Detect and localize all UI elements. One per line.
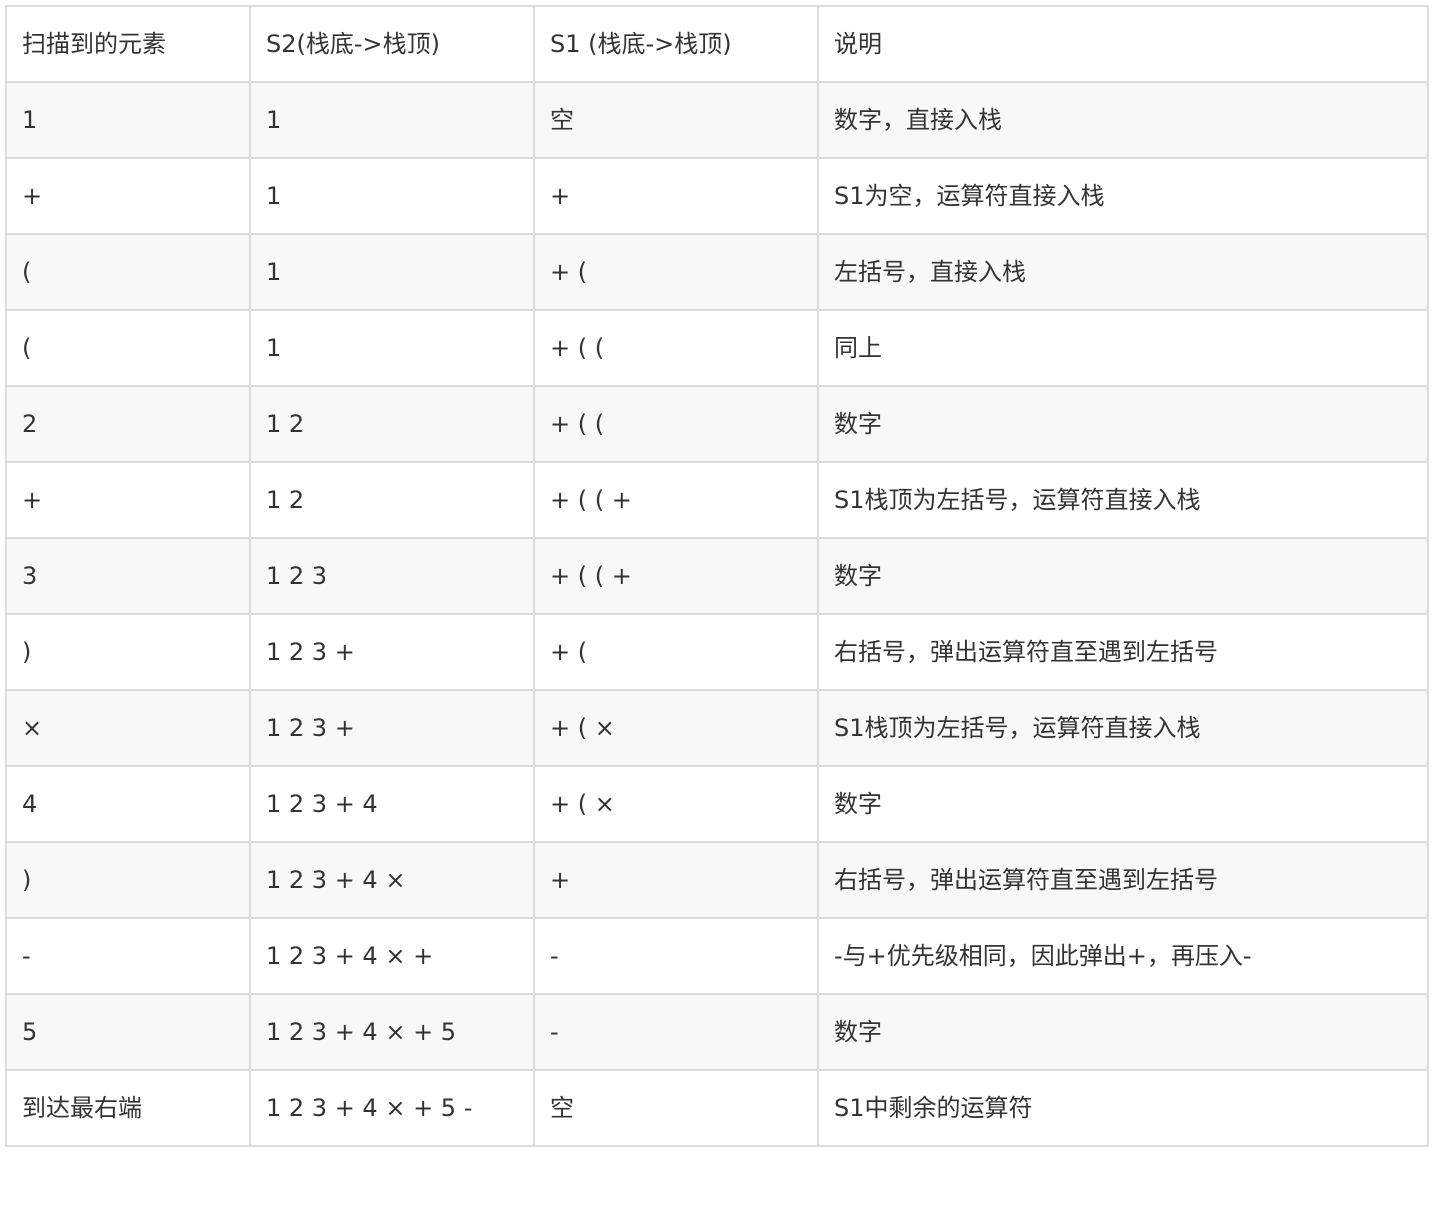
cell-description: 数字 xyxy=(817,765,1429,843)
cell-s2-stack: 1 2 3 xyxy=(249,537,535,615)
header-s1-stack: S1 (栈底->栈顶) xyxy=(533,5,819,83)
cell-s1-stack: 空 xyxy=(533,1069,819,1147)
cell-description: S1为空，运算符直接入栈 xyxy=(817,157,1429,235)
table-row: +1 2 + ( ( + S1栈顶为左括号，运算符直接入栈 xyxy=(5,461,1429,539)
cell-s1-stack: + xyxy=(533,157,819,235)
cell-description: 数字 xyxy=(817,537,1429,615)
table-row: +1 + S1为空，运算符直接入栈 xyxy=(5,157,1429,235)
table-body: 1 1 空数字，直接入栈 +1 + S1为空，运算符直接入栈(1 + (左括号，直接入栈(1… xyxy=(5,81,1429,1147)
table-row: 31 2 3 + ( ( + 数字 xyxy=(5,537,1429,615)
cell-s2-stack: 1 xyxy=(249,233,535,311)
cell-scanned-element: ( xyxy=(5,233,251,311)
cell-scanned-element: 3 xyxy=(5,537,251,615)
cell-s2-stack: 1 2 3 + 4 × xyxy=(249,841,535,919)
cell-scanned-element: 2 xyxy=(5,385,251,463)
table-row: 到达最右端 1 2 3 + 4 × + 5 - 空 S1中剩余的运算符 xyxy=(5,1069,1429,1147)
cell-description: 数字 xyxy=(817,385,1429,463)
cell-description: 右括号，弹出运算符直至遇到左括号 xyxy=(817,613,1429,691)
cell-s1-stack: + xyxy=(533,841,819,919)
cell-s2-stack: 1 2 3 + 4 xyxy=(249,765,535,843)
table-row: 41 2 3 + 4 + ( × 数字 xyxy=(5,765,1429,843)
cell-scanned-element: + xyxy=(5,157,251,235)
cell-scanned-element: 到达最右端 xyxy=(5,1069,251,1147)
cell-s2-stack: 1 xyxy=(249,309,535,387)
cell-scanned-element: ) xyxy=(5,613,251,691)
cell-scanned-element: ) xyxy=(5,841,251,919)
table-row: (1 + ( (同上 xyxy=(5,309,1429,387)
conversion-steps-table: 扫描到的元素 S2(栈底->栈顶) S1 (栈底->栈顶) 说明 1 1 空数字，直… xyxy=(5,5,1429,1147)
cell-description: 数字，直接入栈 xyxy=(817,81,1429,159)
cell-s1-stack: + ( × xyxy=(533,689,819,767)
cell-s2-stack: 1 2 3 + xyxy=(249,689,535,767)
table-row: (1 + (左括号，直接入栈 xyxy=(5,233,1429,311)
cell-scanned-element: × xyxy=(5,689,251,767)
cell-s1-stack: + ( xyxy=(533,233,819,311)
cell-s1-stack: - xyxy=(533,917,819,995)
cell-scanned-element: 1 xyxy=(5,81,251,159)
cell-scanned-element: - xyxy=(5,917,251,995)
cell-scanned-element: ( xyxy=(5,309,251,387)
cell-description: 右括号，弹出运算符直至遇到左括号 xyxy=(817,841,1429,919)
cell-s1-stack: + ( ( + xyxy=(533,537,819,615)
cell-description: S1栈顶为左括号，运算符直接入栈 xyxy=(817,461,1429,539)
cell-description: S1栈顶为左括号，运算符直接入栈 xyxy=(817,689,1429,767)
cell-s2-stack: 1 2 3 + 4 × + 5 - xyxy=(249,1069,535,1147)
cell-description: 左括号，直接入栈 xyxy=(817,233,1429,311)
header-scanned-element: 扫描到的元素 xyxy=(5,5,251,83)
cell-s2-stack: 1 2 xyxy=(249,461,535,539)
cell-s1-stack: 空 xyxy=(533,81,819,159)
table-row: ) 1 2 3 + + (右括号，弹出运算符直至遇到左括号 xyxy=(5,613,1429,691)
cell-description: S1中剩余的运算符 xyxy=(817,1069,1429,1147)
cell-scanned-element: 5 xyxy=(5,993,251,1071)
cell-s2-stack: 1 xyxy=(249,157,535,235)
header-s2-stack: S2(栈底->栈顶) xyxy=(249,5,535,83)
cell-s1-stack: + ( ( xyxy=(533,309,819,387)
cell-description: -与+优先级相同，因此弹出+，再压入- xyxy=(817,917,1429,995)
cell-s2-stack: 1 2 3 + 4 × + 5 xyxy=(249,993,535,1071)
cell-s1-stack: + ( xyxy=(533,613,819,691)
table-row: ) 1 2 3 + 4 × + 右括号，弹出运算符直至遇到左括号 xyxy=(5,841,1429,919)
table-row: 51 2 3 + 4 × + 5- 数字 xyxy=(5,993,1429,1071)
cell-description: 数字 xyxy=(817,993,1429,1071)
cell-s2-stack: 1 2 3 + xyxy=(249,613,535,691)
header-description: 说明 xyxy=(817,5,1429,83)
table-row: 21 2 + ( (数字 xyxy=(5,385,1429,463)
table-row: × 1 2 3 + + ( × S1栈顶为左括号，运算符直接入栈 xyxy=(5,689,1429,767)
cell-s2-stack: 1 2 xyxy=(249,385,535,463)
cell-description: 同上 xyxy=(817,309,1429,387)
cell-s1-stack: + ( ( xyxy=(533,385,819,463)
header-row: 扫描到的元素 S2(栈底->栈顶) S1 (栈底->栈顶) 说明 xyxy=(5,5,1429,83)
cell-s1-stack: + ( × xyxy=(533,765,819,843)
cell-s2-stack: 1 2 3 + 4 × + xyxy=(249,917,535,995)
cell-s1-stack: - xyxy=(533,993,819,1071)
table-header: 扫描到的元素 S2(栈底->栈顶) S1 (栈底->栈顶) 说明 xyxy=(5,5,1429,83)
cell-scanned-element: + xyxy=(5,461,251,539)
cell-scanned-element: 4 xyxy=(5,765,251,843)
table-row: -1 2 3 + 4 × + - -与+优先级相同，因此弹出+，再压入- xyxy=(5,917,1429,995)
table-row: 1 1 空数字，直接入栈 xyxy=(5,81,1429,159)
cell-s1-stack: + ( ( + xyxy=(533,461,819,539)
cell-s2-stack: 1 xyxy=(249,81,535,159)
